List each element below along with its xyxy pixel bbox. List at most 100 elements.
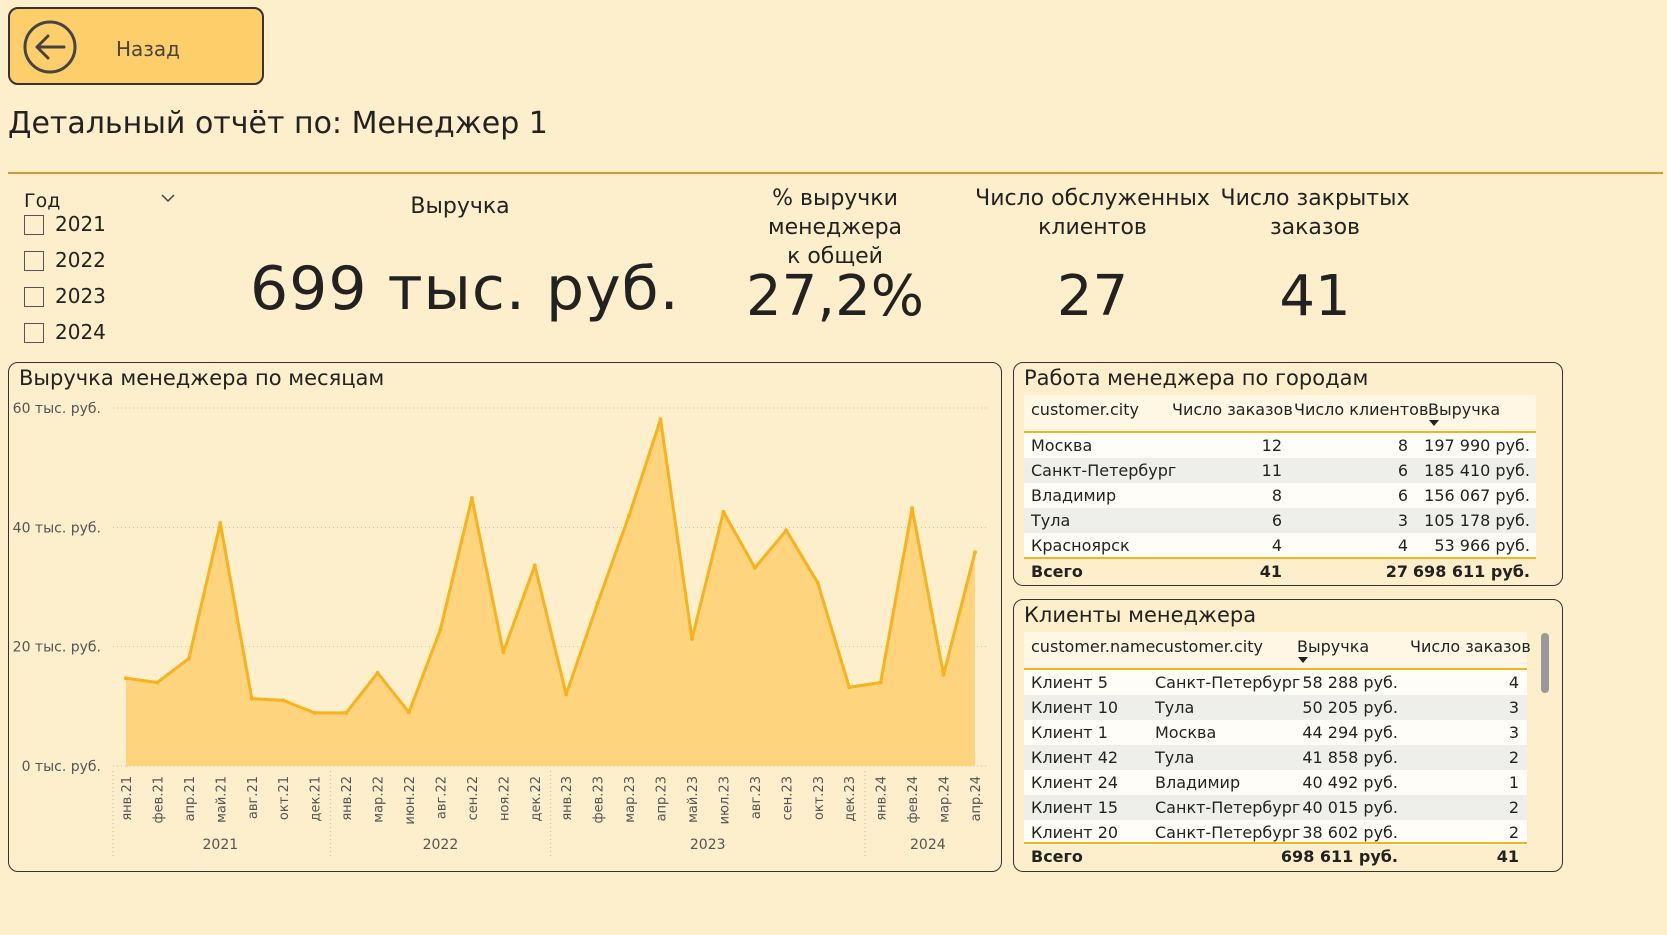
data-point [155, 680, 160, 685]
y-tick-label: 0 тыс. руб. [22, 759, 101, 775]
cell-city: Санкт-Петербург [1031, 461, 1177, 480]
cell-name: Клиент 15 [1031, 798, 1119, 817]
column-header[interactable]: customer.name [1031, 637, 1155, 656]
cell-city: Санкт-Петербург [1155, 823, 1301, 842]
cell-orders: 3 [1508, 723, 1519, 742]
total-revenue: 698 611 руб. [1412, 562, 1530, 581]
table-row[interactable]: Клиент 42 Тула 41 858 руб. 2 [1024, 745, 1527, 770]
x-year-label: 2024 [910, 837, 946, 853]
table-row[interactable]: Клиент 1 Москва 44 294 руб. 3 [1024, 720, 1527, 745]
total-orders: 41 [1259, 562, 1282, 581]
x-tick-label: окт.23 [812, 776, 827, 820]
table-row[interactable]: Владимир 8 6 156 067 руб. [1024, 483, 1536, 508]
checkbox[interactable] [24, 251, 44, 271]
cell-orders: 1 [1508, 773, 1519, 792]
cell-revenue: 185 410 руб. [1424, 461, 1530, 480]
chevron-down-icon[interactable] [160, 190, 176, 206]
table-row[interactable]: Клиент 24 Владимир 40 492 руб. 1 [1024, 770, 1527, 795]
kpi-revenue-share: % выручки менеджера к общей 27,2% [705, 184, 965, 334]
cell-revenue: 58 288 руб. [1302, 673, 1398, 692]
data-point [438, 627, 443, 632]
x-tick-label: апр.23 [655, 776, 670, 821]
column-header-sorted[interactable]: Выручка [1297, 637, 1369, 656]
checkbox[interactable] [24, 323, 44, 343]
y-tick-label: 20 тыс. руб. [13, 640, 101, 656]
column-header[interactable]: Число заказов [1172, 400, 1293, 419]
data-point [878, 680, 883, 685]
kpi-title: заказов [1269, 215, 1361, 240]
slicer-option-2024[interactable]: 2024 [24, 320, 164, 350]
data-point [784, 528, 789, 533]
cell-orders: 4 [1271, 536, 1282, 555]
cell-revenue: 197 990 руб. [1424, 436, 1530, 455]
sort-desc-icon [1429, 420, 1439, 426]
kpi-title: Число закрытых [1220, 186, 1410, 211]
cell-city: Тула [1155, 698, 1195, 717]
y-tick-label: 40 тыс. руб. [13, 520, 101, 536]
x-tick-label: июн.22 [403, 776, 418, 825]
clients-panel: Клиенты менеджера customer.name customer… [1013, 599, 1563, 872]
slicer-option-2023[interactable]: 2023 [24, 284, 164, 314]
data-point [249, 696, 254, 701]
x-tick-label: сен.22 [466, 776, 481, 820]
year-slicer: Год 2021 2022 2023 2024 [24, 190, 184, 370]
data-point [815, 580, 820, 585]
data-point [124, 676, 128, 681]
cell-revenue: 53 966 руб. [1434, 536, 1530, 555]
column-header[interactable]: Число клиентов [1294, 400, 1428, 419]
cell-orders: 4 [1508, 673, 1519, 692]
data-point [407, 710, 411, 715]
sort-desc-icon [1298, 657, 1308, 663]
kpi-value: 27 [1056, 264, 1129, 329]
x-tick-label: ноя.22 [497, 776, 512, 821]
revenue-chart: 0 тыс. руб. 20 тыс. руб. 40 тыс. руб. 60 ты… [13, 401, 987, 856]
clients-table: customer.name customer.city Выручка Числ… [1024, 632, 1531, 872]
data-point [375, 670, 380, 675]
x-tick-label: дек.22 [529, 776, 544, 822]
x-tick-label: авг.22 [434, 776, 449, 819]
kpi-title: Выручка [410, 194, 510, 219]
slicer-option-2021[interactable]: 2021 [24, 212, 164, 242]
table-row[interactable]: Клиент 15 Санкт-Петербург 40 015 руб. 2 [1024, 795, 1527, 820]
cell-name: Клиент 20 [1031, 823, 1119, 842]
column-header[interactable]: Число заказов [1410, 637, 1531, 656]
table-row[interactable]: Санкт-Петербург 11 6 185 410 руб. [1024, 458, 1536, 483]
kpi-value: 27,2% [746, 264, 924, 329]
cell-name: Клиент 42 [1031, 748, 1119, 767]
table-total-row: Всего 698 611 руб. 41 [1024, 842, 1527, 870]
series-area [126, 419, 975, 766]
slicer-title: Год [24, 190, 61, 212]
back-button[interactable]: Назад [8, 7, 264, 85]
y-tick-label: 60 тыс. руб. [13, 401, 101, 417]
table-row[interactable]: Тула 6 3 105 178 руб. [1024, 508, 1536, 533]
x-year-label: 2022 [423, 837, 459, 853]
checkbox[interactable] [24, 215, 44, 235]
total-clients: 27 [1385, 562, 1408, 581]
data-point [469, 496, 474, 501]
clients-panel-title: Клиенты менеджера [1024, 603, 1257, 627]
table-row[interactable]: Москва 12 8 197 990 руб. [1024, 433, 1536, 458]
x-tick-label: авг.23 [749, 776, 764, 819]
table-row[interactable]: Клиент 10 Тула 50 205 руб. 3 [1024, 695, 1527, 720]
clients-table-scrollbar[interactable] [1541, 633, 1549, 693]
cell-name: Клиент 24 [1031, 773, 1119, 792]
cell-city: Санкт-Петербург [1155, 798, 1301, 817]
x-tick-label: мар.23 [623, 776, 638, 823]
x-tick-label: янв.24 [875, 776, 890, 821]
cell-revenue: 156 067 руб. [1424, 486, 1530, 505]
slicer-option-2022[interactable]: 2022 [24, 248, 164, 278]
cell-revenue: 38 602 руб. [1302, 823, 1398, 842]
x-tick-label: май.23 [686, 776, 701, 823]
cell-orders: 2 [1508, 823, 1519, 842]
kpi-title: Число обслуженных [975, 186, 1210, 211]
x-tick-label: мар.24 [938, 776, 953, 823]
cell-clients: 6 [1397, 461, 1408, 480]
column-header-sorted[interactable]: Выручка [1428, 400, 1500, 419]
checkbox[interactable] [24, 287, 44, 307]
table-row[interactable]: Клиент 5 Санкт-Петербург 58 288 руб. 4 [1024, 670, 1527, 695]
column-header[interactable]: customer.city [1031, 400, 1139, 419]
cities-table: customer.city Число заказов Число клиент… [1024, 395, 1536, 585]
x-tick-label: фев.23 [592, 776, 607, 823]
table-row[interactable]: Красноярск 4 4 53 966 руб. [1024, 533, 1536, 558]
column-header[interactable]: customer.city [1155, 637, 1263, 656]
